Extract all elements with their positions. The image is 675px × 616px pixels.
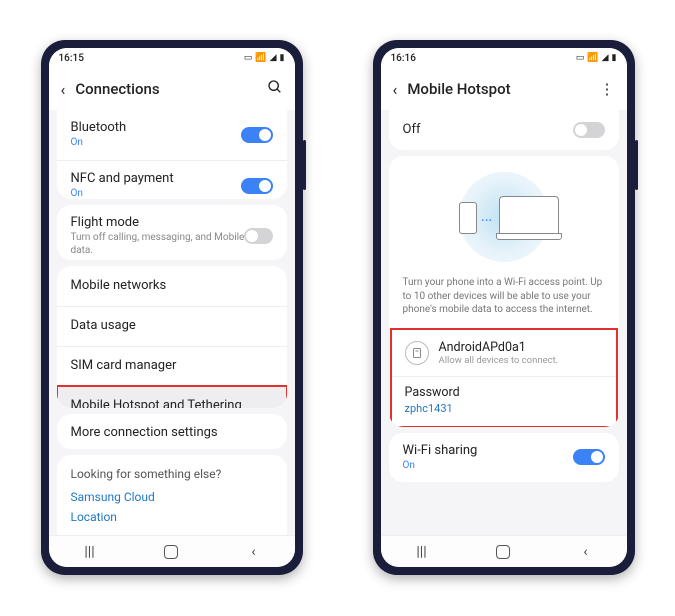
row-more[interactable]: More connection settings xyxy=(57,414,287,449)
hotspot-illustration: ••• xyxy=(389,156,619,270)
bluetooth-sub: On xyxy=(71,137,127,150)
wifi-icon: 📶 xyxy=(587,53,598,63)
row-hotspot[interactable]: Mobile Hotspot and Tethering xyxy=(57,386,287,408)
status-time: 16:15 xyxy=(59,53,84,64)
phone-right: 16:16 ▭ 📶 ◢ ▮ ‹ Mobile Hotspot ⋮ Off xyxy=(373,40,635,575)
off-label: Off xyxy=(403,122,421,138)
nav-recent[interactable]: ||| xyxy=(62,544,116,560)
wifi-sharing-toggle[interactable] xyxy=(573,449,605,465)
navbar: ||| ‹ xyxy=(381,535,627,567)
prompt-section: Looking for something else? Samsung Clou… xyxy=(57,455,287,535)
status-time: 16:16 xyxy=(391,53,416,64)
screen-right: 16:16 ▭ 📶 ◢ ▮ ‹ Mobile Hotspot ⋮ Off xyxy=(381,48,627,567)
status-icons: ▭ 📶 ◢ ▮ xyxy=(576,53,617,63)
nfc-toggle[interactable] xyxy=(241,178,273,194)
card-icon: ▭ xyxy=(576,53,585,63)
header: ‹ Connections xyxy=(49,68,295,110)
nav-back[interactable]: ‹ xyxy=(226,544,280,560)
section-off: Off xyxy=(389,110,619,150)
status-icons: ▭ 📶 ◢ ▮ xyxy=(244,53,285,63)
phone-left: 16:15 ▭ 📶 ◢ ▮ ‹ Connections Bluetooth On xyxy=(41,40,303,575)
section-more: More connection settings xyxy=(57,414,287,449)
row-password[interactable]: Password zphc1431 xyxy=(391,376,617,427)
mobile-networks-label: Mobile networks xyxy=(71,278,167,294)
section-top: Bluetooth On NFC and payment On xyxy=(57,110,287,199)
row-data-usage[interactable]: Data usage xyxy=(57,306,287,346)
password-value: zphc1431 xyxy=(405,402,603,415)
row-mobile-networks[interactable]: Mobile networks xyxy=(57,266,287,306)
section-network: Mobile networks Data usage SIM card mana… xyxy=(57,266,287,408)
nfc-sub: On xyxy=(71,188,174,199)
signal-icon: ◢ xyxy=(270,53,277,63)
description-text: Turn your phone into a Wi-Fi access poin… xyxy=(389,270,619,329)
content: Off ••• Turn your phone into a Wi-Fi acc… xyxy=(381,110,627,535)
back-button[interactable]: ‹ xyxy=(393,80,398,99)
wifi-sharing-sub: On xyxy=(403,460,478,473)
more-label: More connection settings xyxy=(71,425,218,441)
hotspot-toggle[interactable] xyxy=(573,122,605,138)
nav-home[interactable] xyxy=(144,545,198,559)
flight-toggle[interactable] xyxy=(244,228,272,244)
link-location[interactable]: Location xyxy=(71,507,273,527)
doc-icon xyxy=(405,341,429,365)
connection-dots-icon: ••• xyxy=(482,216,493,225)
flight-label: Flight mode xyxy=(71,215,245,231)
hotspot-label: Mobile Hotspot and Tethering xyxy=(71,398,242,407)
navbar: ||| ‹ xyxy=(49,535,295,567)
row-sim[interactable]: SIM card manager xyxy=(57,346,287,386)
search-button[interactable] xyxy=(267,79,283,99)
data-usage-label: Data usage xyxy=(71,318,136,334)
network-sub: Allow all devices to connect. xyxy=(439,355,559,366)
row-network-name[interactable]: AndroidAPd0a1 Allow all devices to conne… xyxy=(391,329,617,376)
content: Bluetooth On NFC and payment On Fli xyxy=(49,110,295,535)
back-button[interactable]: ‹ xyxy=(61,80,66,99)
row-wifi-sharing[interactable]: Wi-Fi sharing On xyxy=(389,433,619,483)
page-title: Mobile Hotspot xyxy=(407,80,510,98)
laptop-device-icon xyxy=(499,196,559,236)
link-samsung-cloud[interactable]: Samsung Cloud xyxy=(71,487,273,507)
wifi-icon: 📶 xyxy=(255,53,266,63)
battery-icon: ▮ xyxy=(612,53,617,63)
statusbar: 16:16 ▭ 📶 ◢ ▮ xyxy=(381,48,627,68)
network-name: AndroidAPd0a1 xyxy=(439,340,559,355)
battery-icon: ▮ xyxy=(280,53,285,63)
search-icon xyxy=(267,79,283,95)
section-main: ••• Turn your phone into a Wi-Fi access … xyxy=(389,156,619,427)
section-wifi-sharing: Wi-Fi sharing On xyxy=(389,433,619,483)
row-off[interactable]: Off xyxy=(389,110,619,150)
nfc-label: NFC and payment xyxy=(71,171,174,187)
nav-recent[interactable]: ||| xyxy=(394,544,448,560)
section-flight: Flight mode Turn off calling, messaging,… xyxy=(57,205,287,260)
nav-home[interactable] xyxy=(476,545,530,559)
flight-sub: Turn off calling, messaging, and Mobile … xyxy=(71,232,245,257)
highlighted-credentials: AndroidAPd0a1 Allow all devices to conne… xyxy=(391,329,617,427)
wifi-sharing-label: Wi-Fi sharing xyxy=(403,443,478,459)
page-title: Connections xyxy=(75,80,159,98)
bluetooth-toggle[interactable] xyxy=(241,127,273,143)
header: ‹ Mobile Hotspot ⋮ xyxy=(381,68,627,110)
password-label: Password xyxy=(405,385,603,400)
row-nfc[interactable]: NFC and payment On xyxy=(57,160,287,199)
signal-icon: ◢ xyxy=(602,53,609,63)
row-bluetooth[interactable]: Bluetooth On xyxy=(57,110,287,160)
row-flight[interactable]: Flight mode Turn off calling, messaging,… xyxy=(57,205,287,260)
card-icon: ▭ xyxy=(244,53,253,63)
nav-back[interactable]: ‹ xyxy=(558,544,612,560)
prompt-question: Looking for something else? xyxy=(71,467,273,481)
more-button[interactable]: ⋮ xyxy=(600,80,615,98)
statusbar: 16:15 ▭ 📶 ◢ ▮ xyxy=(49,48,295,68)
screen-left: 16:15 ▭ 📶 ◢ ▮ ‹ Connections Bluetooth On xyxy=(49,48,295,567)
bluetooth-label: Bluetooth xyxy=(71,120,127,136)
sim-label: SIM card manager xyxy=(71,358,177,374)
phone-device-icon xyxy=(459,202,477,234)
